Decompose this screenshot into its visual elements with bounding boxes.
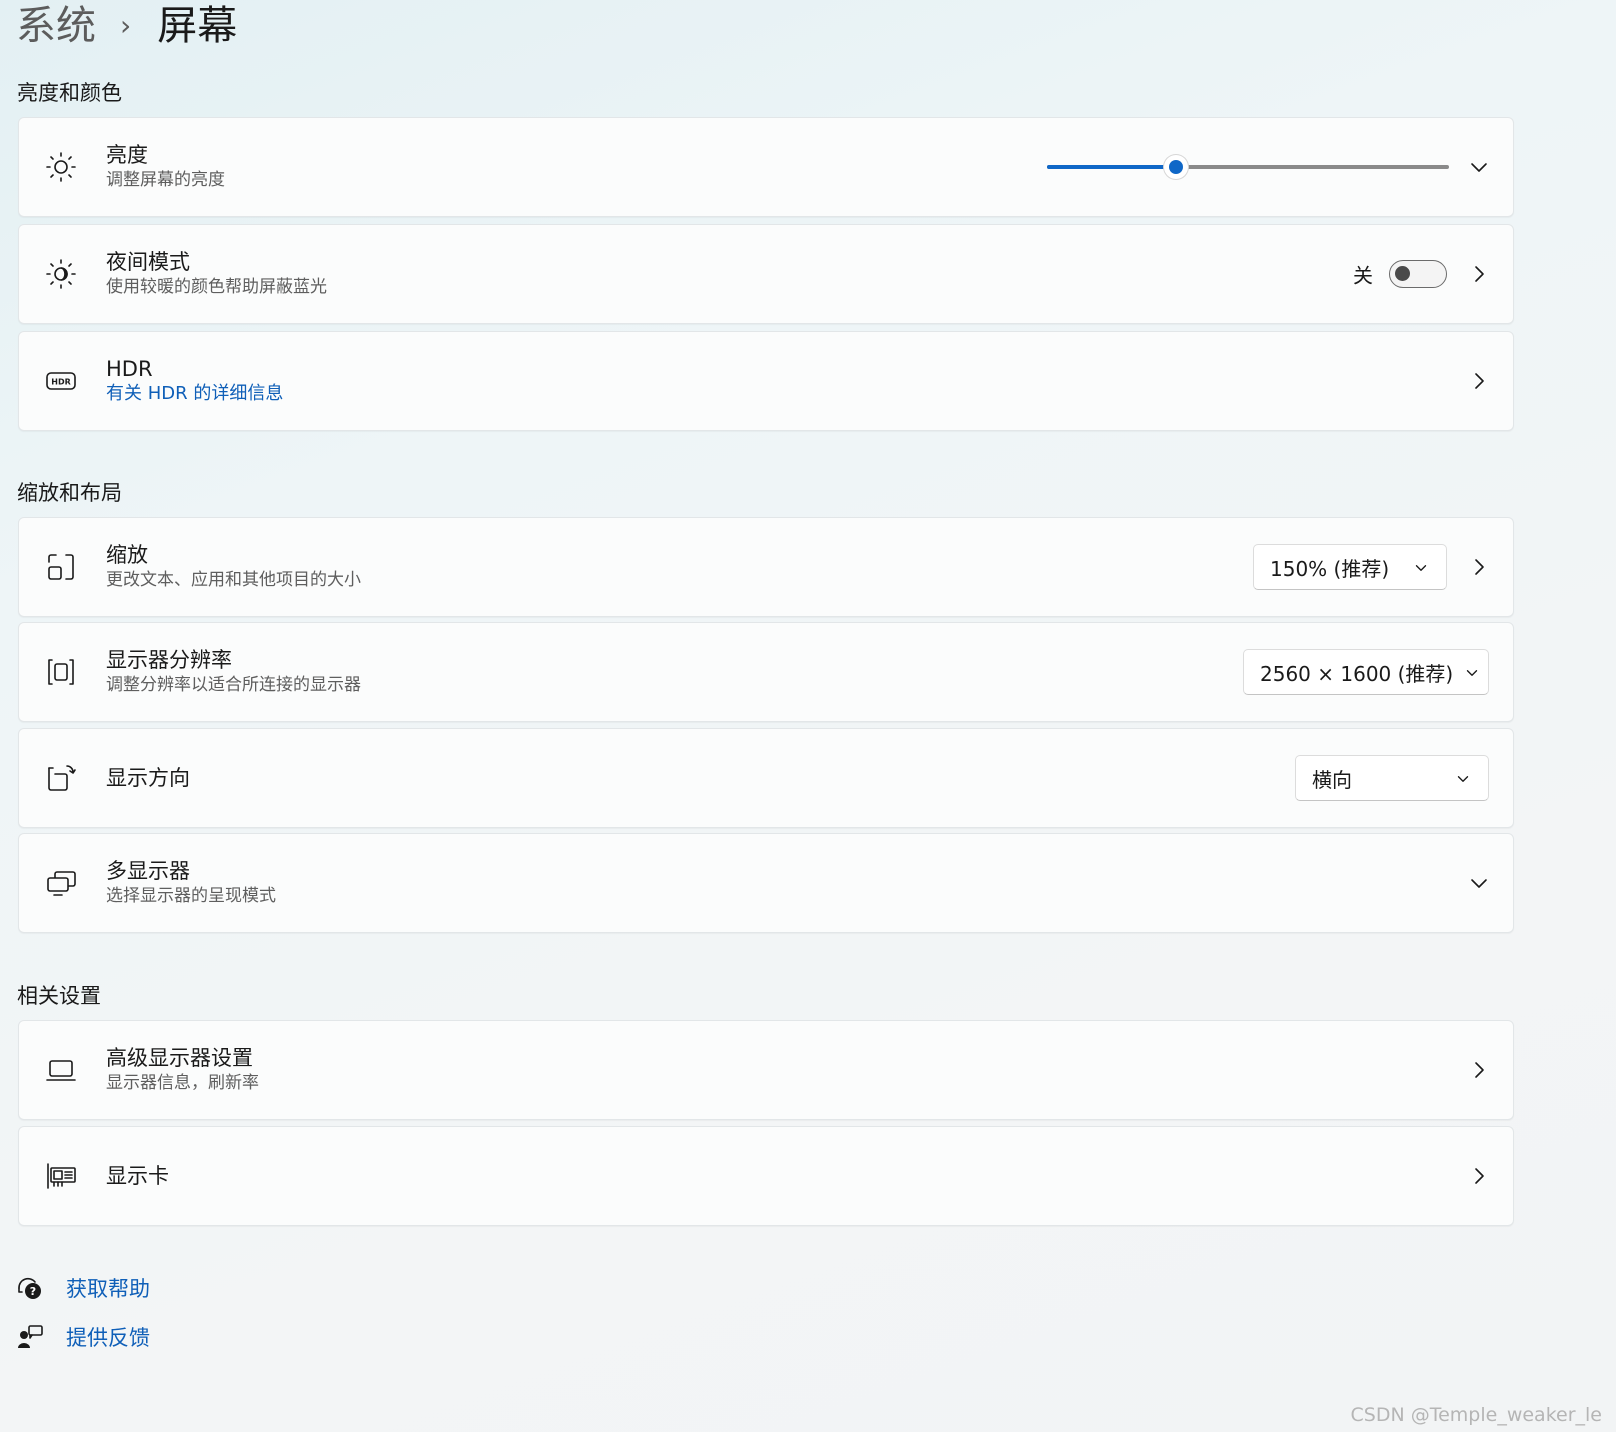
chevron-right-icon[interactable] [1467,555,1491,579]
brightness-card: 亮度 调整屏幕的亮度 [18,117,1514,217]
resolution-icon [43,654,79,690]
resolution-card: 显示器分辨率 调整分辨率以适合所连接的显示器 2560 × 1600 (推荐) [18,622,1514,722]
get-help-link[interactable]: ? 获取帮助 [16,1272,150,1304]
give-feedback-label: 提供反馈 [66,1326,150,1350]
breadcrumb-system[interactable]: 系统 [16,0,96,52]
scale-title: 缩放 [106,543,148,567]
night-light-state-label: 关 [1353,263,1373,288]
scale-dropdown-value: 150% (推荐) [1270,556,1390,581]
give-feedback-link[interactable]: 提供反馈 [16,1321,150,1353]
scale-card[interactable]: 缩放 更改文本、应用和其他项目的大小 150% (推荐) [18,517,1514,617]
multi-display-icon [43,865,79,901]
brightness-icon [43,149,79,185]
hdr-icon: HDR [43,363,79,399]
resolution-dropdown-value: 2560 × 1600 (推荐) [1260,661,1454,686]
chevron-down-icon [1463,663,1481,681]
section-title-brightness-color: 亮度和颜色 [17,81,122,105]
hdr-card[interactable]: HDR HDR 有关 HDR 的详细信息 [18,331,1514,431]
chevron-down-icon[interactable] [1467,871,1491,895]
chevron-down-icon [1412,558,1430,576]
orientation-title: 显示方向 [106,766,190,790]
orientation-dropdown-value: 横向 [1312,767,1352,792]
multi-display-card[interactable]: 多显示器 选择显示器的呈现模式 [18,833,1514,933]
breadcrumb-separator: › [120,9,132,42]
orientation-icon [43,760,79,796]
get-help-label: 获取帮助 [66,1277,150,1301]
night-light-icon [43,256,79,292]
svg-text:HDR: HDR [51,378,71,387]
resolution-title: 显示器分辨率 [106,648,232,672]
chevron-right-icon[interactable] [1467,1058,1491,1082]
hdr-info-link[interactable]: 有关 HDR 的详细信息 [106,382,283,406]
feedback-icon [16,1323,44,1351]
scale-icon [43,549,79,585]
night-light-title: 夜间模式 [106,250,190,274]
advanced-display-title: 高级显示器设置 [106,1046,253,1070]
chevron-down-icon [1454,769,1472,787]
slider-fill [1047,165,1176,169]
hdr-title: HDR [106,357,153,381]
laptop-icon [43,1052,79,1088]
scale-subtitle: 更改文本、应用和其他项目的大小 [106,570,361,590]
chevron-right-icon[interactable] [1467,262,1491,286]
brightness-slider[interactable] [1047,155,1449,179]
orientation-dropdown[interactable]: 横向 [1295,755,1489,801]
brightness-subtitle: 调整屏幕的亮度 [106,170,225,190]
slider-thumb[interactable] [1163,155,1188,179]
night-light-subtitle: 使用较暖的颜色帮助屏蔽蓝光 [106,277,327,297]
advanced-display-subtitle: 显示器信息，刷新率 [106,1073,259,1093]
chevron-right-icon[interactable] [1467,1164,1491,1188]
breadcrumb: 系统 › 屏幕 [16,0,237,52]
expand-chevron-down-icon[interactable] [1467,155,1491,179]
resolution-dropdown[interactable]: 2560 × 1600 (推荐) [1243,649,1489,695]
multi-display-title: 多显示器 [106,859,190,883]
help-icon: ? [16,1274,44,1302]
svg-text:?: ? [30,1285,36,1298]
resolution-subtitle: 调整分辨率以适合所连接的显示器 [106,675,361,695]
night-light-card[interactable]: 夜间模式 使用较暖的颜色帮助屏蔽蓝光 关 [18,224,1514,324]
graphics-card[interactable]: 显示卡 [18,1126,1514,1226]
graphics-card-icon [43,1158,79,1194]
night-light-toggle[interactable] [1389,260,1447,288]
page-title: 屏幕 [157,3,238,49]
orientation-card: 显示方向 横向 [18,728,1514,828]
multi-display-subtitle: 选择显示器的呈现模式 [106,886,276,906]
advanced-display-card[interactable]: 高级显示器设置 显示器信息，刷新率 [18,1020,1514,1120]
chevron-right-icon[interactable] [1467,369,1491,393]
watermark: CSDN @Temple_weaker_le [1350,1404,1602,1426]
graphics-title: 显示卡 [106,1164,169,1188]
brightness-title: 亮度 [106,143,148,167]
scale-dropdown[interactable]: 150% (推荐) [1253,544,1447,590]
section-title-related: 相关设置 [17,984,101,1008]
section-title-scale-layout: 缩放和布局 [17,481,122,505]
toggle-knob [1395,266,1410,281]
